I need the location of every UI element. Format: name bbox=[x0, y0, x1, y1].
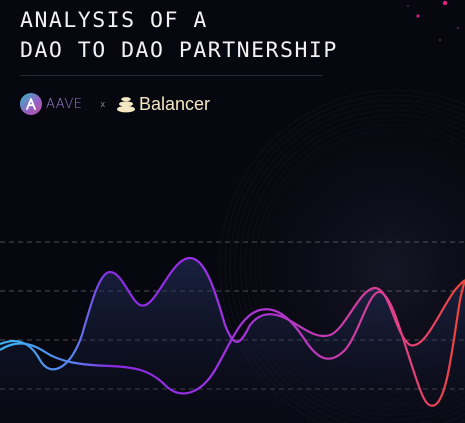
page-title: ANALYSIS OF A DAO TO DAO PARTNERSHIP bbox=[20, 6, 338, 66]
aave-logo-icon bbox=[20, 93, 42, 115]
title-line-2: DAO TO DAO PARTNERSHIP bbox=[20, 38, 338, 63]
balancer-wordmark: Balancer bbox=[138, 93, 210, 114]
title-divider bbox=[20, 75, 322, 76]
partner-logos: AAVE x Balancer bbox=[20, 92, 210, 116]
poster: ANALYSIS OF A DAO TO DAO PARTNERSHIP AAV… bbox=[0, 0, 465, 423]
partnership-separator: x bbox=[100, 99, 105, 109]
aave-wordmark: AAVE bbox=[46, 96, 83, 112]
title-line-1: ANALYSIS OF A bbox=[20, 8, 208, 33]
balancer-logo-icon bbox=[116, 97, 135, 113]
